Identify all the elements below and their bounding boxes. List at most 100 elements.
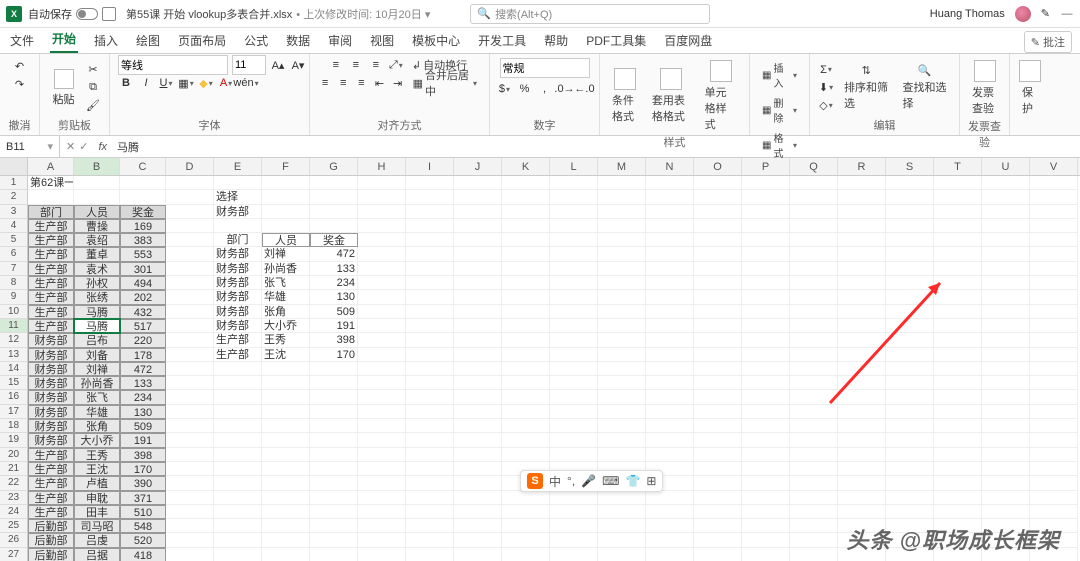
- cell[interactable]: [262, 190, 310, 204]
- cell[interactable]: [886, 433, 934, 447]
- cell[interactable]: [502, 290, 550, 304]
- cell[interactable]: [502, 348, 550, 362]
- cell[interactable]: 生产部: [214, 348, 262, 362]
- cell[interactable]: [886, 476, 934, 490]
- cell[interactable]: [262, 362, 310, 376]
- col-header-T[interactable]: T: [934, 158, 982, 175]
- cell[interactable]: [838, 233, 886, 247]
- ime-toolbar[interactable]: S中°,🎤⌨👕⊞: [520, 470, 663, 492]
- col-header-C[interactable]: C: [120, 158, 166, 175]
- cell[interactable]: [790, 491, 838, 505]
- cell[interactable]: [838, 462, 886, 476]
- cell[interactable]: [598, 176, 646, 190]
- cell[interactable]: [166, 205, 214, 219]
- cell[interactable]: 398: [120, 448, 166, 462]
- cell[interactable]: [454, 405, 502, 419]
- cell[interactable]: [502, 433, 550, 447]
- cell[interactable]: [310, 519, 358, 533]
- cell[interactable]: [454, 176, 502, 190]
- row-header[interactable]: 24: [0, 505, 28, 519]
- cell[interactable]: [1030, 462, 1078, 476]
- cell[interactable]: [406, 333, 454, 347]
- cell[interactable]: [598, 362, 646, 376]
- cell[interactable]: 袁术: [74, 262, 120, 276]
- cell[interactable]: [550, 448, 598, 462]
- cell[interactable]: 520: [120, 533, 166, 547]
- ime-item[interactable]: 👕: [625, 474, 640, 488]
- cell[interactable]: [982, 462, 1030, 476]
- cell[interactable]: 418: [120, 548, 166, 561]
- cell[interactable]: [502, 405, 550, 419]
- cell[interactable]: [646, 405, 694, 419]
- cell[interactable]: [982, 405, 1030, 419]
- cell[interactable]: [646, 519, 694, 533]
- cell[interactable]: [742, 205, 790, 219]
- cell[interactable]: 张飞: [74, 390, 120, 404]
- cell[interactable]: [598, 233, 646, 247]
- cell[interactable]: 生产部: [28, 491, 74, 505]
- cell[interactable]: [790, 319, 838, 333]
- cell[interactable]: [694, 448, 742, 462]
- cell[interactable]: [406, 247, 454, 261]
- cell[interactable]: [502, 362, 550, 376]
- cell[interactable]: [550, 176, 598, 190]
- cell[interactable]: 生产部: [28, 233, 74, 247]
- user-name[interactable]: Huang Thomas: [930, 8, 1005, 20]
- cell[interactable]: [406, 276, 454, 290]
- cell[interactable]: [598, 190, 646, 204]
- cell[interactable]: [982, 305, 1030, 319]
- cell[interactable]: [310, 219, 358, 233]
- cell[interactable]: [886, 491, 934, 505]
- cell[interactable]: [790, 362, 838, 376]
- row-header[interactable]: 6: [0, 247, 28, 261]
- col-header-N[interactable]: N: [646, 158, 694, 175]
- cell[interactable]: [550, 205, 598, 219]
- tab-绘图[interactable]: 绘图: [134, 28, 162, 53]
- cell[interactable]: [598, 276, 646, 290]
- cell[interactable]: [406, 205, 454, 219]
- tab-开始[interactable]: 开始: [50, 26, 78, 53]
- cell[interactable]: 234: [310, 276, 358, 290]
- row-header[interactable]: 25: [0, 519, 28, 533]
- cell[interactable]: [406, 448, 454, 462]
- cell[interactable]: 部门: [214, 233, 262, 247]
- cell[interactable]: [358, 233, 406, 247]
- cell[interactable]: [694, 190, 742, 204]
- align-mid-icon[interactable]: ≡: [348, 57, 364, 73]
- tab-百度网盘[interactable]: 百度网盘: [662, 28, 714, 53]
- cell[interactable]: [1030, 405, 1078, 419]
- cell[interactable]: [358, 533, 406, 547]
- cell[interactable]: [454, 276, 502, 290]
- cell[interactable]: [742, 276, 790, 290]
- cell[interactable]: [550, 290, 598, 304]
- merge-button[interactable]: ▦ 合并后居中: [409, 65, 481, 101]
- cell[interactable]: [502, 190, 550, 204]
- cell[interactable]: [790, 262, 838, 276]
- cell[interactable]: [934, 390, 982, 404]
- row-header[interactable]: 10: [0, 305, 28, 319]
- cell[interactable]: [838, 448, 886, 462]
- cell[interactable]: [454, 333, 502, 347]
- cell[interactable]: 220: [120, 333, 166, 347]
- align-bot-icon[interactable]: ≡: [368, 57, 384, 73]
- cell[interactable]: [790, 305, 838, 319]
- cell[interactable]: 财务部: [214, 290, 262, 304]
- cell[interactable]: [646, 390, 694, 404]
- cell[interactable]: [262, 491, 310, 505]
- cell[interactable]: [982, 247, 1030, 261]
- cell[interactable]: 刘禅: [74, 362, 120, 376]
- cell[interactable]: 191: [120, 433, 166, 447]
- cell[interactable]: 生产部: [28, 448, 74, 462]
- cell[interactable]: [982, 219, 1030, 233]
- cell[interactable]: 财务部: [28, 348, 74, 362]
- cell[interactable]: [1030, 333, 1078, 347]
- cell[interactable]: [598, 376, 646, 390]
- cell[interactable]: [262, 219, 310, 233]
- cell[interactable]: [742, 433, 790, 447]
- cell[interactable]: [646, 276, 694, 290]
- cell[interactable]: [838, 333, 886, 347]
- cell[interactable]: [646, 348, 694, 362]
- cell[interactable]: [694, 333, 742, 347]
- col-header-K[interactable]: K: [502, 158, 550, 175]
- cell[interactable]: [454, 362, 502, 376]
